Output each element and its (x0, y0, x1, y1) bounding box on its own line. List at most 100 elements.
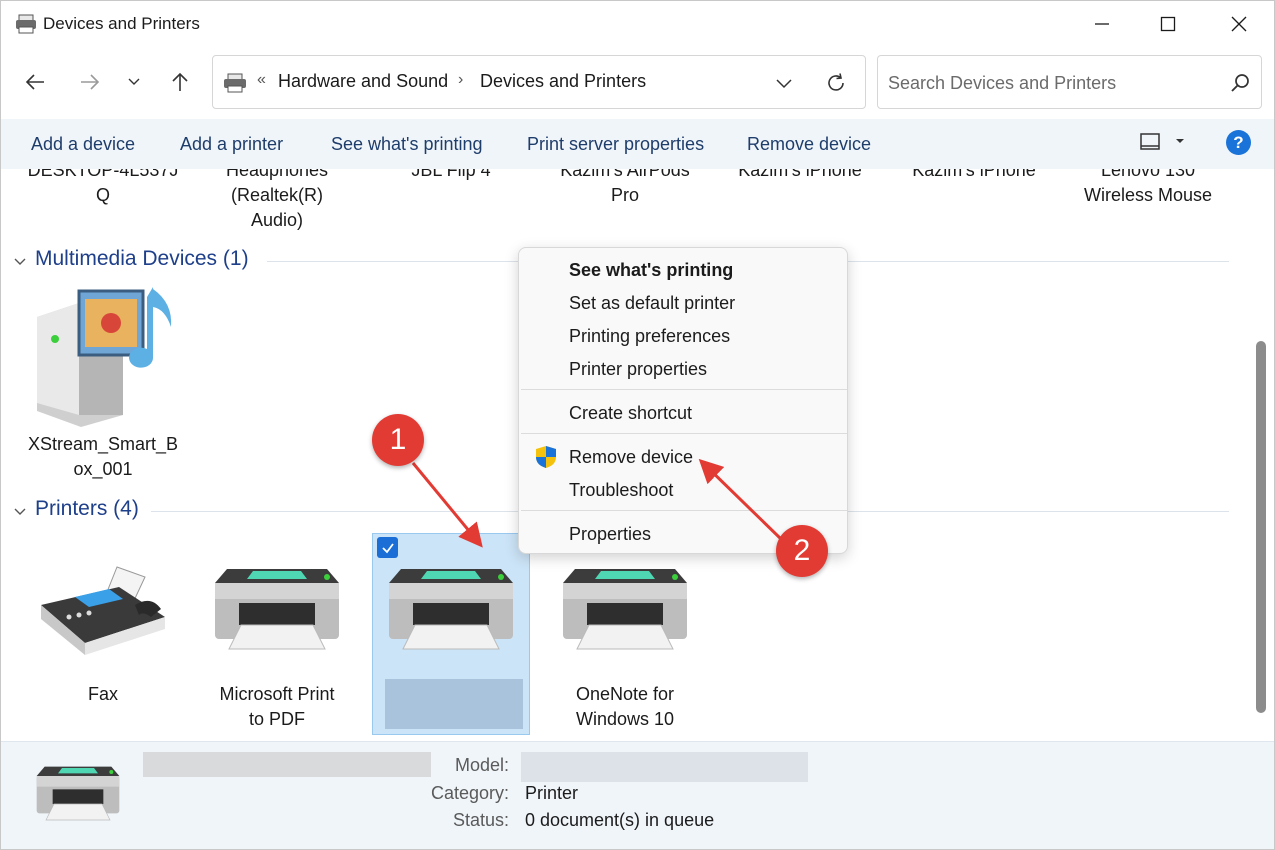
printer-app-icon (16, 14, 36, 34)
printer-fax[interactable]: Fax (18, 682, 188, 707)
remove-device-button[interactable]: Remove device (747, 134, 871, 155)
devices-and-printers-window: Devices and Printers « Hardware and Soun… (0, 0, 1275, 850)
device-iphone-1[interactable]: Kazim's iPhone (715, 169, 885, 183)
device-label: Microsoft Print (219, 684, 335, 704)
fax-icon[interactable] (39, 565, 167, 657)
see-whats-printing-button[interactable]: See what's printing (331, 134, 483, 155)
address-history-button[interactable] (769, 68, 799, 98)
title-bar: Devices and Printers (1, 1, 1274, 47)
device-jbl-flip[interactable]: JBL Flip 4 (366, 169, 536, 183)
device-mouse[interactable]: Lenovo 130 Wireless Mouse (1063, 169, 1233, 208)
refresh-icon (828, 73, 844, 91)
menu-item-properties[interactable]: Properties (569, 524, 651, 545)
print-server-properties-button[interactable]: Print server properties (527, 134, 704, 155)
device-label: (Realtek(R) (230, 185, 323, 205)
menu-separator (521, 389, 847, 390)
close-button[interactable] (1204, 1, 1274, 47)
minimize-icon (1095, 23, 1109, 25)
group-title: Multimedia Devices (1) (35, 247, 249, 270)
chevron-down-icon[interactable] (13, 255, 27, 269)
menu-item-printing-preferences[interactable]: Printing preferences (569, 326, 730, 347)
printer-icon[interactable] (387, 565, 515, 655)
maximize-button[interactable] (1133, 1, 1203, 47)
chevron-down-icon[interactable] (13, 505, 27, 519)
chevron-down-icon (128, 78, 140, 85)
device-label: ox_001 (73, 459, 133, 479)
printer-location-icon (224, 73, 246, 93)
breadcrumb-hardware-and-sound[interactable]: Hardware and Sound (278, 71, 448, 92)
model-label: Model: (454, 755, 509, 775)
uac-shield-icon (536, 446, 556, 468)
menu-item-printer-properties[interactable]: Printer properties (569, 359, 707, 380)
view-dropdown-icon[interactable] (1173, 134, 1187, 148)
search-icon[interactable] (1230, 73, 1250, 93)
device-label: Headphones (225, 169, 329, 180)
menu-item-create-shortcut[interactable]: Create shortcut (569, 403, 692, 424)
printer-icon[interactable] (561, 565, 689, 655)
device-label: Windows 10 (575, 709, 675, 729)
device-label: Lenovo 130 (1100, 169, 1196, 180)
checkmark-icon (381, 542, 394, 553)
add-device-button[interactable]: Add a device (31, 134, 135, 155)
search-box[interactable] (877, 55, 1262, 109)
annotation-badge-1: 1 (372, 414, 424, 466)
printer-microsoft-print-to-pdf[interactable]: Microsoft Print to PDF (192, 682, 362, 732)
breadcrumb-separator[interactable]: › (458, 71, 463, 89)
menu-item-troubleshoot[interactable]: Troubleshoot (569, 480, 673, 501)
address-bar[interactable]: « Hardware and Sound › Devices and Print… (212, 55, 866, 109)
selection-checkbox[interactable] (377, 537, 398, 558)
redacted-printer-name (385, 679, 523, 729)
menu-separator (521, 510, 847, 511)
device-headphones[interactable]: Headphones (Realtek(R) Audio) (192, 169, 362, 233)
arrow-left-icon (25, 74, 44, 90)
device-label: Fax (87, 684, 118, 704)
device-label: Pro (610, 185, 639, 205)
refresh-button[interactable] (821, 68, 851, 98)
device-label: OneNote for (575, 684, 675, 704)
arrow-right-icon (81, 74, 100, 90)
category-label: Category: (430, 783, 509, 803)
window-title: Devices and Printers (43, 14, 200, 33)
menu-item-see-whats-printing[interactable]: See what's printing (569, 260, 733, 281)
add-printer-button[interactable]: Add a printer (180, 134, 283, 155)
minimize-button[interactable] (1067, 1, 1137, 47)
category-value: Printer (525, 783, 579, 803)
device-label: DESKTOP-4L537J (27, 169, 179, 180)
menu-item-remove-device[interactable]: Remove device (569, 447, 693, 468)
printer-icon (36, 766, 120, 821)
device-label: Audio) (250, 210, 304, 230)
back-button[interactable] (18, 65, 52, 99)
maximize-icon (1160, 16, 1176, 32)
media-box-device-icon[interactable] (31, 287, 181, 427)
printer-onenote[interactable]: OneNote for Windows 10 (540, 682, 710, 732)
scrollbar-thumb[interactable] (1256, 341, 1266, 713)
status-label: Status: (452, 810, 509, 830)
forward-button[interactable] (73, 65, 107, 99)
redacted-model-value (521, 752, 808, 782)
breadcrumb-devices-and-printers[interactable]: Devices and Printers (480, 71, 646, 92)
menu-item-set-default-printer[interactable]: Set as default printer (569, 293, 735, 314)
up-button[interactable] (163, 65, 197, 99)
context-menu: See what's printing Set as default print… (518, 247, 848, 554)
status-value: 0 document(s) in queue (525, 810, 715, 830)
help-icon[interactable]: ? (1226, 130, 1251, 155)
device-label: Kazim's AirPods (560, 169, 690, 180)
printer-icon[interactable] (213, 565, 341, 655)
device-label: Q (95, 185, 110, 205)
breadcrumb-overflow[interactable]: « (257, 71, 266, 89)
device-label: Kazim's iPhone (912, 169, 1036, 180)
details-pane: Model: Category: Printer Status: 0 docum… (1, 741, 1274, 849)
chevron-down-icon (776, 79, 792, 89)
annotation-badge-2: 2 (776, 525, 828, 577)
device-label: to PDF (248, 709, 305, 729)
recent-locations-button[interactable] (117, 65, 151, 99)
search-input[interactable] (888, 70, 1208, 96)
change-view-icon[interactable] (1139, 131, 1161, 153)
device-iphone-2[interactable]: Kazim's iPhone (889, 169, 1059, 183)
device-label: XStream_Smart_B (27, 434, 179, 454)
device-xstream[interactable]: XStream_Smart_B ox_001 (18, 432, 188, 482)
device-label: Wireless Mouse (1083, 185, 1213, 205)
device-label: Kazim's iPhone (738, 169, 862, 180)
device-desktop[interactable]: DESKTOP-4L537J Q (18, 169, 188, 208)
device-airpods[interactable]: Kazim's AirPods Pro (540, 169, 710, 208)
